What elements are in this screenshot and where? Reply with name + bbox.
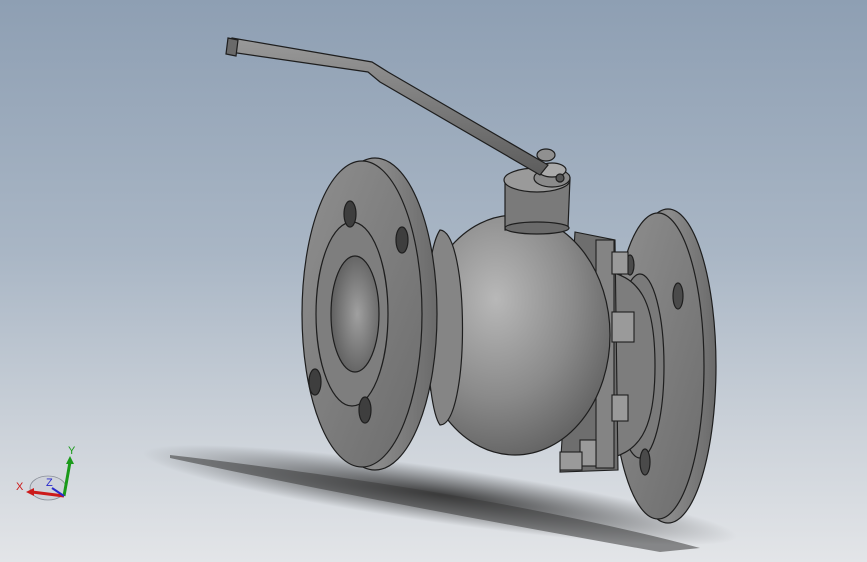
y-axis-label: Y — [68, 445, 76, 457]
y-axis-arrow — [66, 456, 74, 464]
ball-valve-model[interactable] — [0, 0, 867, 562]
handle-lever[interactable] — [225, 37, 549, 176]
orientation-triad[interactable]: Y X Z — [14, 440, 84, 510]
y-axis-line — [62, 461, 72, 497]
left-flange[interactable] — [301, 157, 438, 471]
x-axis-label: X — [16, 481, 24, 493]
z-axis-label: Z — [46, 477, 53, 489]
graphics-viewport[interactable]: Y X Z — [0, 0, 867, 562]
